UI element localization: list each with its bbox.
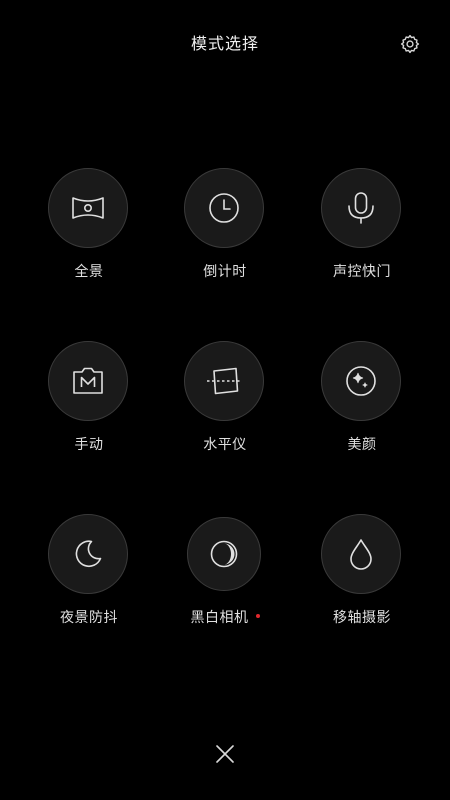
mode-monochrome-circle	[187, 517, 261, 591]
mode-label: 黑白相机	[190, 610, 249, 626]
mode-panorama[interactable]: 全景	[29, 168, 149, 298]
mode-label: 全景	[74, 264, 104, 280]
drop-icon	[350, 539, 372, 570]
moon-icon	[75, 540, 102, 568]
mode-manual-circle	[48, 341, 128, 421]
microphone-icon	[348, 192, 374, 224]
level-icon	[207, 367, 241, 395]
half-moon-icon	[210, 540, 238, 568]
mode-tilt-shift-circle	[321, 514, 401, 594]
mode-countdown[interactable]: 倒计时	[165, 168, 285, 298]
mode-voice-shutter[interactable]: 声控快门	[302, 168, 422, 298]
panorama-icon	[72, 197, 104, 219]
close-icon[interactable]	[210, 739, 240, 769]
mode-night[interactable]: 夜景防抖	[29, 514, 149, 644]
mode-panorama-circle	[48, 168, 128, 248]
mode-countdown-circle	[184, 168, 264, 248]
manual-m-icon	[73, 367, 103, 394]
mode-tilt-shift[interactable]: 移轴摄影	[302, 514, 422, 644]
mode-label: 移轴摄影	[333, 610, 391, 626]
mode-label: 美颜	[347, 437, 377, 453]
mode-grid: 全景 倒计时 声控快门 手动 水平仪 美颜 夜景防抖 黑白相机 移轴摄影	[0, 0, 450, 800]
mode-label: 夜景防抖	[60, 610, 118, 626]
mode-monochrome[interactable]: 黑白相机	[165, 514, 285, 644]
mode-label: 水平仪	[203, 437, 247, 453]
mode-label: 手动	[74, 437, 104, 453]
mode-manual[interactable]: 手动	[29, 341, 149, 471]
mode-beauty-circle	[321, 341, 401, 421]
mode-label-with-badge: 黑白相机	[165, 608, 285, 628]
clock-icon	[209, 193, 239, 223]
mode-level[interactable]: 水平仪	[165, 341, 285, 471]
mode-label: 声控快门	[333, 264, 391, 280]
mode-level-circle	[184, 341, 264, 421]
mode-voice-shutter-circle	[321, 168, 401, 248]
sparkle-icon	[346, 366, 376, 396]
mode-label: 倒计时	[203, 264, 247, 280]
mode-beauty[interactable]: 美颜	[302, 341, 422, 471]
new-badge-dot	[255, 614, 260, 618]
mode-night-circle	[48, 514, 128, 594]
